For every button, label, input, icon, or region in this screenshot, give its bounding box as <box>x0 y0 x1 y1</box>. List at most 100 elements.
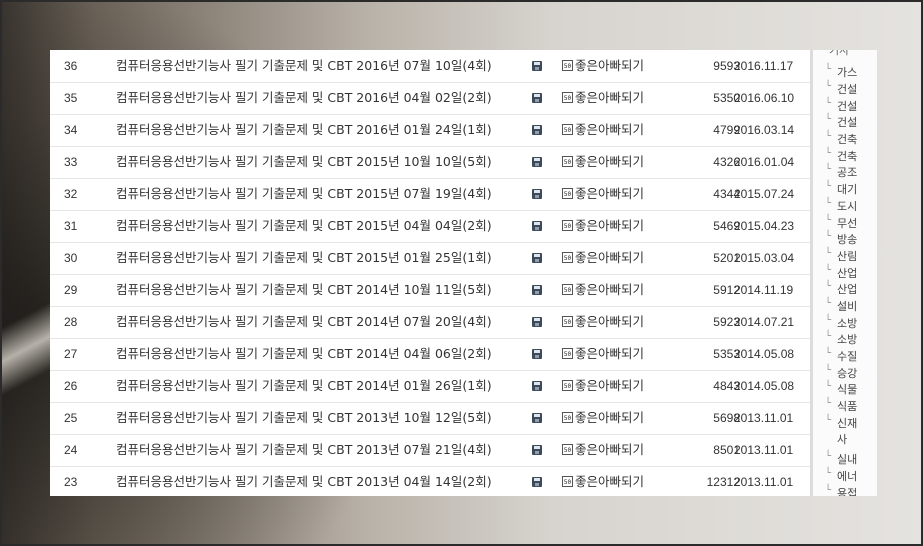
sidebar-category-item[interactable]: 설비 <box>825 298 857 314</box>
table-row[interactable]: 26 컴퓨터응용선반기능사 필기 기출문제 및 CBT 2014년 01월 26일… <box>50 370 810 403</box>
attachment-disk-icon <box>528 466 548 496</box>
sidebar-category-item[interactable]: 방송 <box>825 231 857 247</box>
post-number: 26 <box>64 379 78 393</box>
table-row[interactable]: 33 컴퓨터응용선반기능사 필기 기출문제 및 CBT 2015년 10월 10일… <box>50 146 810 179</box>
sidebar-category-item[interactable]: 건축 <box>825 131 857 147</box>
author-name: 좋은아빠되기 <box>575 474 645 489</box>
post-number: 31 <box>64 219 78 233</box>
post-title-link[interactable]: 컴퓨터응용선반기능사 필기 기출문제 및 CBT 2016년 07월 10일(4… <box>116 50 536 82</box>
sidebar-category-item[interactable]: 대기 <box>825 181 857 197</box>
sidebar-category-item[interactable]: 소방 <box>825 331 857 347</box>
table-row[interactable]: 30 컴퓨터응용선반기능사 필기 기출문제 및 CBT 2015년 01월 25일… <box>50 242 810 275</box>
post-title-link[interactable]: 컴퓨터응용선반기능사 필기 기출문제 및 CBT 2016년 01월 24일(1… <box>116 114 536 146</box>
sidebar-category-item[interactable]: 신재 <box>825 415 857 431</box>
table-row[interactable]: 29 컴퓨터응용선반기능사 필기 기출문제 및 CBT 2014년 10월 11일… <box>50 274 810 307</box>
member-level-icon: 50 <box>562 412 573 423</box>
table-row[interactable]: 35 컴퓨터응용선반기능사 필기 기출문제 및 CBT 2016년 04월 02일… <box>50 82 810 115</box>
author-name: 좋은아빠되기 <box>575 90 645 105</box>
post-number: 32 <box>64 187 78 201</box>
table-row[interactable]: 32 컴퓨터응용선반기능사 필기 기출문제 및 CBT 2015년 07월 19일… <box>50 178 810 211</box>
sidebar-category-item[interactable]: 건축 <box>825 148 857 164</box>
post-author[interactable]: 50 좋은아빠되기 <box>562 114 672 146</box>
sidebar-header: 기사 <box>829 50 850 57</box>
sidebar-category-item[interactable]: 산업 <box>825 281 857 297</box>
table-row[interactable]: 34 컴퓨터응용선반기능사 필기 기출문제 및 CBT 2016년 01월 24일… <box>50 114 810 147</box>
sidebar-category-item[interactable]: 공조 <box>825 164 857 180</box>
attachment-disk-icon <box>528 82 548 114</box>
table-row[interactable]: 23 컴퓨터응용선반기능사 필기 기출문제 및 CBT 2013년 04월 14일… <box>50 466 810 496</box>
post-title-link[interactable]: 컴퓨터응용선반기능사 필기 기출문제 및 CBT 2015년 07월 19일(4… <box>116 178 536 210</box>
sidebar-category-item[interactable]: 실내 <box>825 451 857 467</box>
post-title-link[interactable]: 컴퓨터응용선반기능사 필기 기출문제 및 CBT 2013년 10월 12일(5… <box>116 402 536 434</box>
post-title-link[interactable]: 컴퓨터응용선반기능사 필기 기출문제 및 CBT 2015년 04월 04일(2… <box>116 210 536 242</box>
table-row[interactable]: 27 컴퓨터응용선반기능사 필기 기출문제 및 CBT 2014년 04월 06일… <box>50 338 810 371</box>
post-author[interactable]: 50 좋은아빠되기 <box>562 434 672 466</box>
post-author[interactable]: 50 좋은아빠되기 <box>562 242 672 274</box>
post-date: 2013.11.01 <box>734 411 794 425</box>
sidebar-category-item[interactable]: 건설 <box>825 114 857 130</box>
member-level-icon: 50 <box>562 380 573 391</box>
sidebar-category-item[interactable]: 승강 <box>825 365 857 381</box>
sidebar-category-item[interactable]: 에너 <box>825 468 857 484</box>
attachment-disk-icon <box>528 402 548 434</box>
post-title-link[interactable]: 컴퓨터응용선반기능사 필기 기출문제 및 CBT 2013년 07월 21일(4… <box>116 434 536 466</box>
sidebar-category-item[interactable]: 소방 <box>825 315 857 331</box>
post-number: 36 <box>64 59 78 73</box>
post-title-link[interactable]: 컴퓨터응용선반기능사 필기 기출문제 및 CBT 2014년 04월 06일(2… <box>116 338 536 370</box>
attachment-disk-icon <box>528 50 548 82</box>
sidebar-category-item[interactable]: 무선 <box>825 215 857 231</box>
table-row[interactable]: 24 컴퓨터응용선반기능사 필기 기출문제 및 CBT 2013년 07월 21일… <box>50 434 810 467</box>
post-author[interactable]: 50 좋은아빠되기 <box>562 402 672 434</box>
post-title-link[interactable]: 컴퓨터응용선반기능사 필기 기출문제 및 CBT 2014년 07월 20일(4… <box>116 306 536 338</box>
post-title-link[interactable]: 컴퓨터응용선반기능사 필기 기출문제 및 CBT 2015년 10월 10일(5… <box>116 146 536 178</box>
post-author[interactable]: 50 좋은아빠되기 <box>562 82 672 114</box>
post-list-table: 36 컴퓨터응용선반기능사 필기 기출문제 및 CBT 2016년 07월 10일… <box>50 50 810 496</box>
post-date: 2014.07.21 <box>734 315 795 329</box>
post-author[interactable]: 50 좋은아빠되기 <box>562 274 672 306</box>
post-number: 23 <box>64 475 78 489</box>
member-level-icon: 50 <box>562 124 573 135</box>
sidebar-category-item[interactable]: 용접 <box>825 485 857 496</box>
sidebar-category-item[interactable]: 산림 <box>825 248 857 264</box>
post-number: 24 <box>64 443 78 457</box>
sidebar-category-item[interactable]: 식품 <box>825 398 857 414</box>
sidebar-category-item: 사 <box>837 433 848 446</box>
author-name: 좋은아빠되기 <box>575 250 645 265</box>
post-author[interactable]: 50 좋은아빠되기 <box>562 306 672 338</box>
member-level-icon: 50 <box>562 284 573 295</box>
post-title-link[interactable]: 컴퓨터응용선반기능사 필기 기출문제 및 CBT 2015년 01월 25일(1… <box>116 242 536 274</box>
post-title-link[interactable]: 컴퓨터응용선반기능사 필기 기출문제 및 CBT 2014년 10월 11일(5… <box>116 274 536 306</box>
background-photo: 36 컴퓨터응용선반기능사 필기 기출문제 및 CBT 2016년 07월 10일… <box>2 2 921 544</box>
view-count: 12312 <box>706 475 740 489</box>
sidebar-category-item[interactable]: 가스 <box>825 64 857 80</box>
sidebar-category-item[interactable]: 건설 <box>825 81 857 97</box>
post-author[interactable]: 50 좋은아빠되기 <box>562 466 672 496</box>
table-row[interactable]: 31 컴퓨터응용선반기능사 필기 기출문제 및 CBT 2015년 04월 04일… <box>50 210 810 243</box>
post-author[interactable]: 50 좋은아빠되기 <box>562 50 672 82</box>
post-author[interactable]: 50 좋은아빠되기 <box>562 370 672 402</box>
view-count: 5698 <box>713 411 740 425</box>
post-author[interactable]: 50 좋은아빠되기 <box>562 178 672 210</box>
author-name: 좋은아빠되기 <box>575 186 645 201</box>
view-count: 8501 <box>713 443 740 457</box>
attachment-disk-icon <box>528 146 548 178</box>
post-title-link[interactable]: 컴퓨터응용선반기능사 필기 기출문제 및 CBT 2016년 04월 02일(2… <box>116 82 536 114</box>
post-date: 2013.11.01 <box>734 475 794 489</box>
post-author[interactable]: 50 좋은아빠되기 <box>562 146 672 178</box>
table-row[interactable]: 25 컴퓨터응용선반기능사 필기 기출문제 및 CBT 2013년 10월 12일… <box>50 402 810 435</box>
sidebar-category-item[interactable]: 식물 <box>825 381 857 397</box>
sidebar-category-item[interactable]: 도시 <box>825 198 857 214</box>
sidebar-category-item[interactable]: 산업 <box>825 265 857 281</box>
attachment-disk-icon <box>528 274 548 306</box>
post-title-link[interactable]: 컴퓨터응용선반기능사 필기 기출문제 및 CBT 2013년 04월 14일(2… <box>116 466 536 496</box>
author-name: 좋은아빠되기 <box>575 122 645 137</box>
table-row[interactable]: 28 컴퓨터응용선반기능사 필기 기출문제 및 CBT 2014년 07월 20일… <box>50 306 810 339</box>
post-author[interactable]: 50 좋은아빠되기 <box>562 338 672 370</box>
sidebar-category-item[interactable]: 수질 <box>825 348 857 364</box>
view-count: 5350 <box>713 91 740 105</box>
post-author[interactable]: 50 좋은아빠되기 <box>562 210 672 242</box>
table-row[interactable]: 36 컴퓨터응용선반기능사 필기 기출문제 및 CBT 2016년 07월 10일… <box>50 50 810 83</box>
sidebar-category-item[interactable]: 건설 <box>825 98 857 114</box>
post-date: 2014.05.08 <box>734 347 795 361</box>
post-title-link[interactable]: 컴퓨터응용선반기능사 필기 기출문제 및 CBT 2014년 01월 26일(1… <box>116 370 536 402</box>
